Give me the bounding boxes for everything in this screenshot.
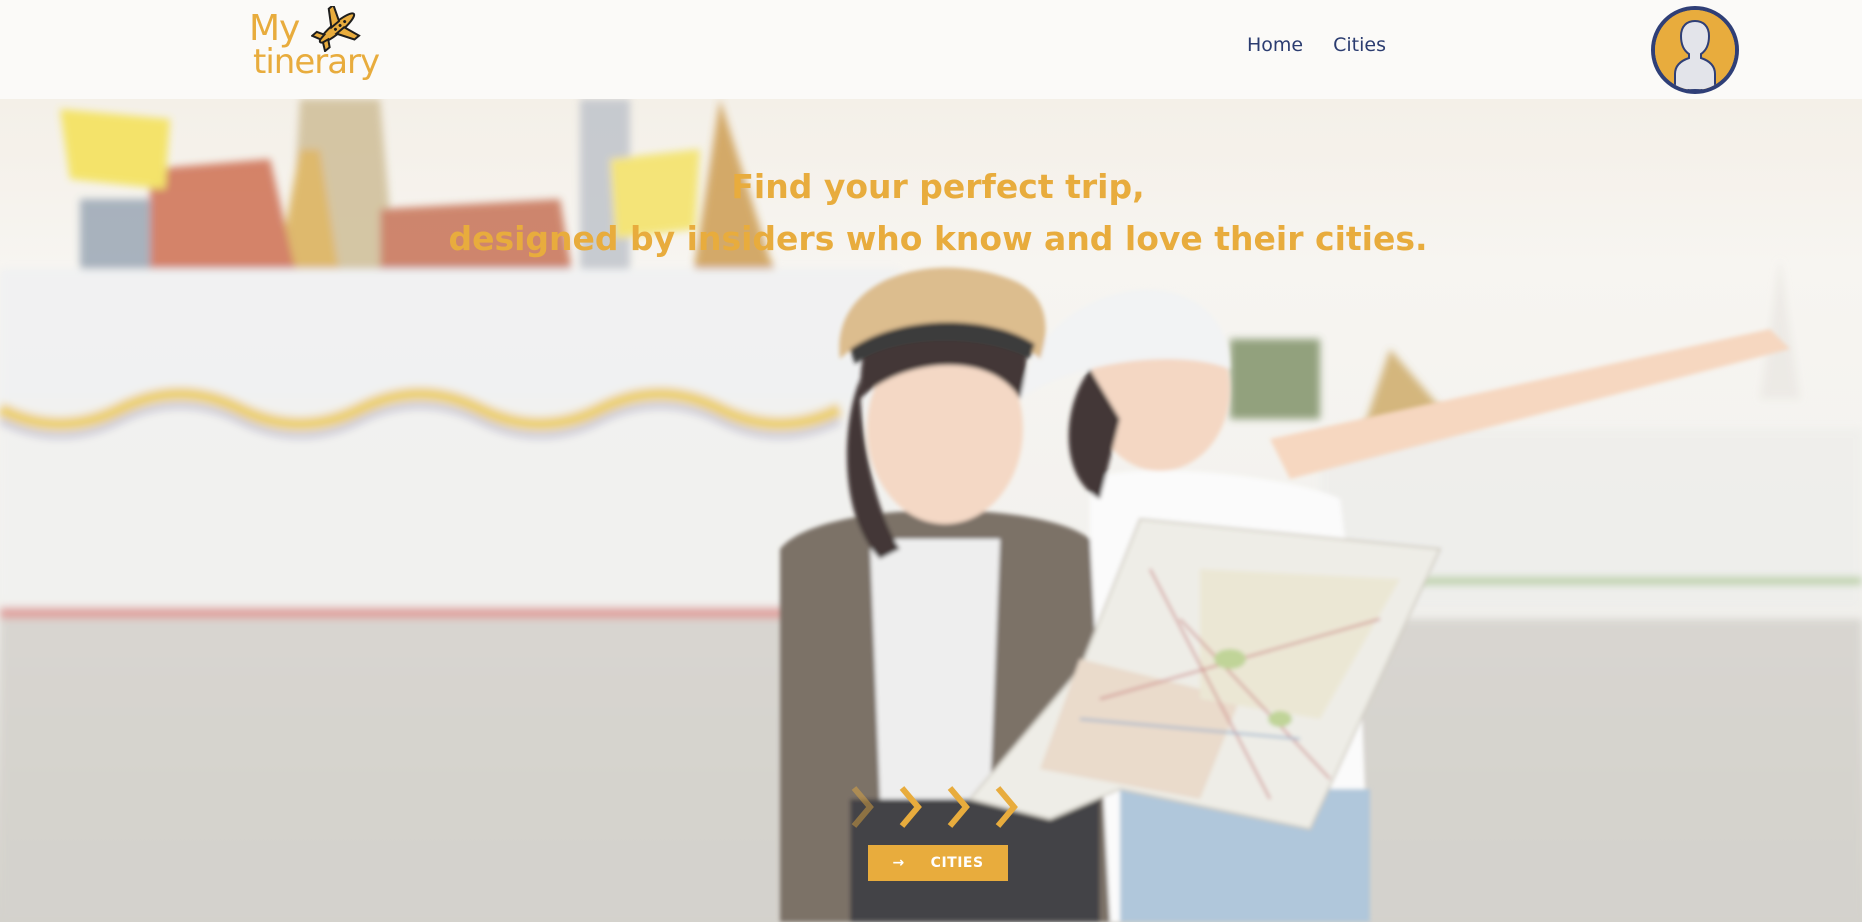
hero-headline-line1: Find your perfect trip, <box>731 167 1145 206</box>
arrow-right-icon: → <box>892 855 905 871</box>
hero-headline-line2: designed by insiders who know and love t… <box>448 219 1428 258</box>
user-avatar[interactable] <box>1651 6 1739 94</box>
nav-home-link[interactable]: Home <box>1247 34 1303 56</box>
airplane-icon <box>311 6 361 52</box>
nav-cities-link[interactable]: Cities <box>1333 34 1386 56</box>
cities-button-label: CITIES <box>930 855 984 871</box>
main-nav: Home Cities <box>1247 34 1386 56</box>
hero-section: Find your perfect trip, designed by insi… <box>0 99 1862 922</box>
logo[interactable]: My tinerary <box>247 6 380 82</box>
chevron-right-icon <box>851 786 1018 828</box>
header: My tinerary Home Cities <box>0 0 1862 99</box>
cities-button[interactable]: → CITIES <box>868 845 1008 881</box>
user-avatar-icon <box>1655 10 1735 90</box>
